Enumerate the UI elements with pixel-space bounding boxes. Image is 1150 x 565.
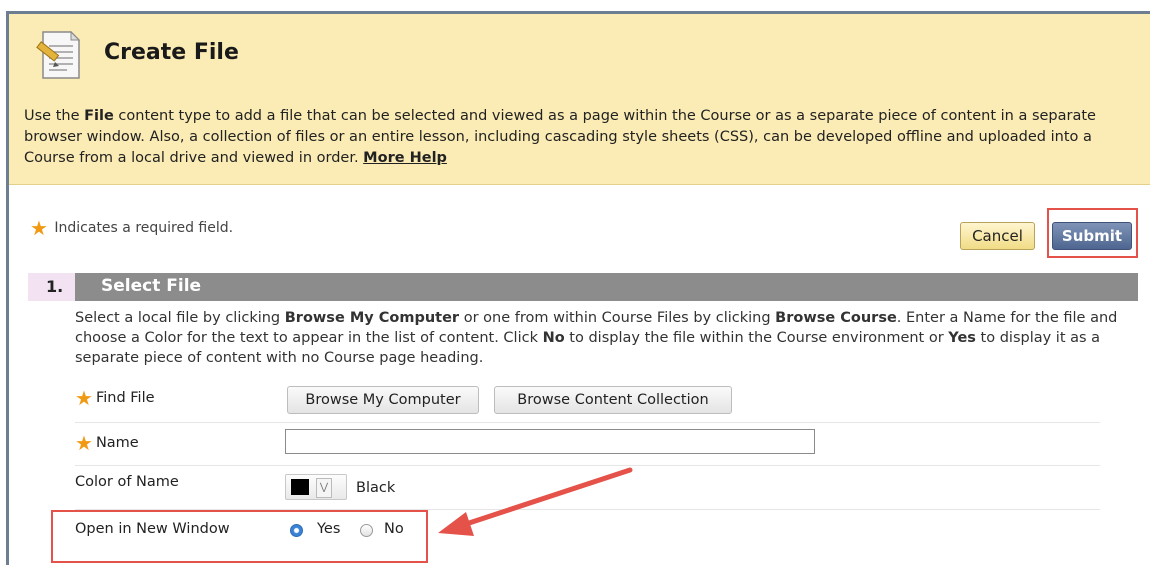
page-header: Create File Use the File content type to… [9, 14, 1150, 185]
row-divider [75, 422, 1100, 423]
color-picker[interactable]: ⋁ [285, 474, 347, 500]
color-value: Black [356, 480, 396, 496]
window-top-margin [0, 0, 1150, 10]
intro-text: Use the File content type to add a file … [24, 108, 1096, 166]
browse-my-computer-button[interactable]: Browse My Computer [287, 386, 479, 414]
required-star-icon: ★ [30, 216, 48, 240]
window-option-highlight-box [51, 510, 428, 563]
name-input[interactable] [285, 429, 815, 454]
color-swatch [291, 479, 309, 495]
chevron-down-icon[interactable]: ⋁ [316, 478, 332, 498]
color-of-name-label: Color of Name [75, 474, 179, 490]
name-label: ★ Name [75, 431, 139, 455]
required-note-text: Indicates a required field. [54, 220, 234, 236]
page-title: Create File [104, 40, 239, 65]
submit-highlight-box [1047, 208, 1138, 258]
find-file-label: ★ Find File [75, 386, 155, 410]
document-icon [36, 30, 81, 79]
required-note: ★ Indicates a required field. [30, 216, 233, 240]
step-header: Select File [75, 273, 1138, 301]
browse-content-collection-button[interactable]: Browse Content Collection [494, 386, 732, 414]
required-star-icon: ★ [75, 431, 93, 455]
step-title: Select File [101, 276, 202, 296]
required-star-icon: ★ [75, 386, 93, 410]
red-arrow-icon [438, 467, 633, 536]
cancel-button[interactable]: Cancel [960, 222, 1035, 250]
step-number: 1. [46, 277, 64, 296]
more-help-link[interactable]: More Help [363, 150, 447, 166]
step-description: Select a local file by clicking Browse M… [75, 310, 1118, 366]
